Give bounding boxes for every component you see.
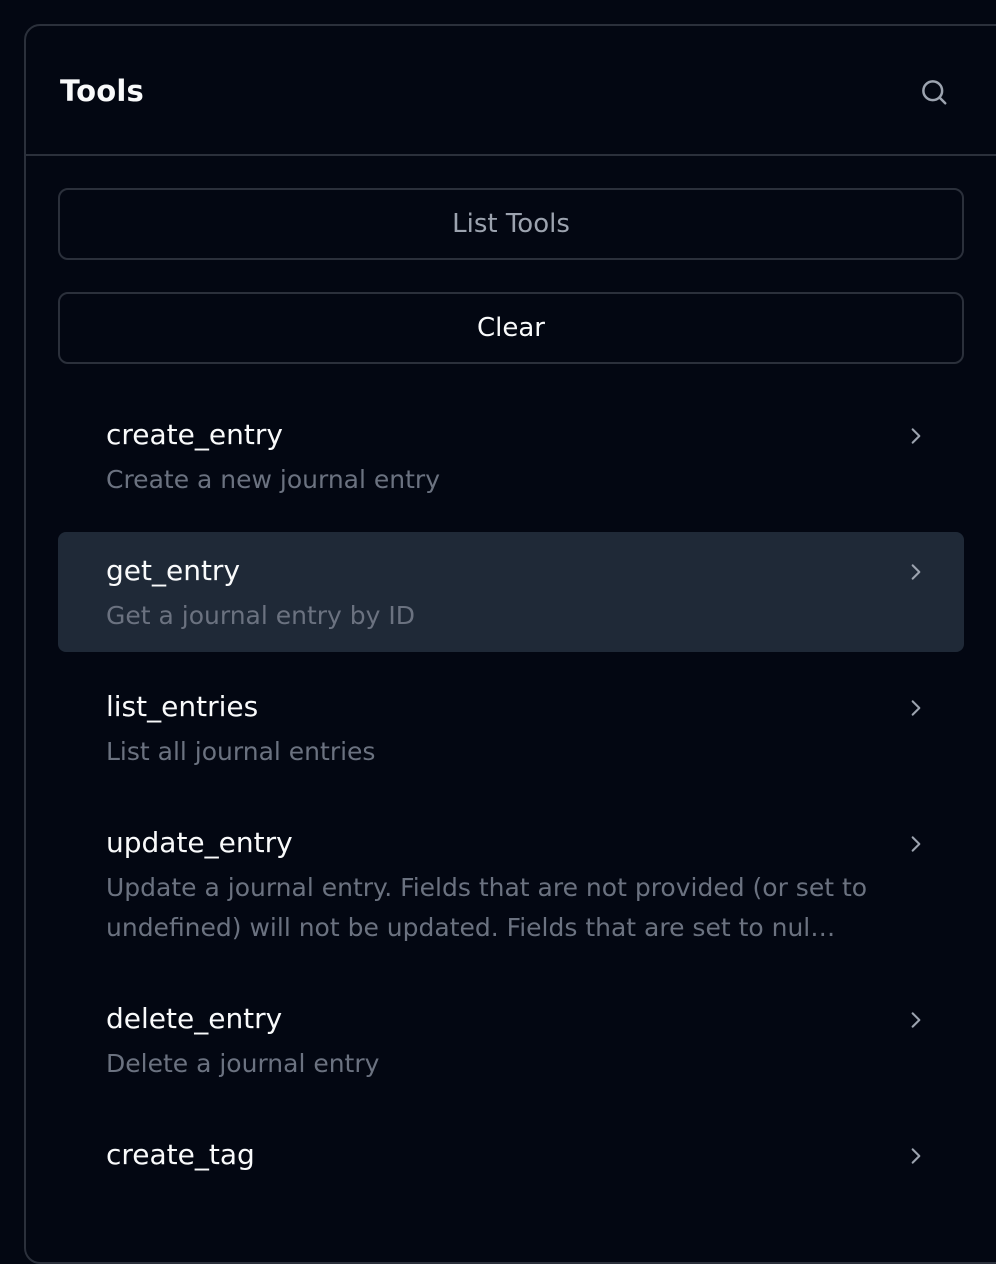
clear-button[interactable]: Clear — [58, 292, 964, 364]
tool-description: Get a journal entry by ID — [106, 601, 416, 630]
chevron-right-icon — [911, 1148, 921, 1164]
tool-name: list_entries — [106, 690, 259, 723]
tool-name: create_entry — [106, 418, 283, 451]
chevron-right-icon — [911, 428, 921, 444]
tool-name: get_entry — [106, 554, 241, 587]
tool-name: delete_entry — [106, 1002, 283, 1035]
chevron-right-icon — [911, 564, 921, 580]
chevron-right-icon — [911, 1012, 921, 1028]
tool-item-create-tag[interactable]: create_tag — [58, 1116, 964, 1252]
chevron-right-icon — [911, 836, 921, 852]
tool-name: create_tag — [106, 1138, 255, 1171]
panel-header: Tools — [26, 26, 996, 156]
tool-item-get-entry[interactable]: get_entry Get a journal entry by ID — [58, 532, 964, 652]
tool-list: create_entry Create a new journal entry … — [58, 396, 964, 1252]
tool-name: update_entry — [106, 826, 293, 859]
panel-title: Tools — [60, 74, 144, 108]
tool-item-create-entry[interactable]: create_entry Create a new journal entry — [58, 396, 964, 532]
tool-description: Create a new journal entry — [106, 465, 440, 494]
tool-description: Delete a journal entry — [106, 1049, 380, 1078]
list-tools-button[interactable]: List Tools — [58, 188, 964, 260]
tool-item-delete-entry[interactable]: delete_entry Delete a journal entry — [58, 980, 964, 1116]
search-icon — [922, 80, 947, 105]
search-button[interactable] — [916, 74, 952, 110]
tool-item-update-entry[interactable]: update_entry Update a journal entry. Fie… — [58, 804, 964, 980]
chevron-right-icon — [911, 700, 921, 716]
tool-description: Update a journal entry. Fields that are … — [106, 873, 868, 942]
tool-item-list-entries[interactable]: list_entries List all journal entries — [58, 668, 964, 804]
tools-panel: Tools List Tools Clear create_entry Crea… — [24, 24, 996, 1264]
tool-description: List all journal entries — [106, 737, 376, 766]
